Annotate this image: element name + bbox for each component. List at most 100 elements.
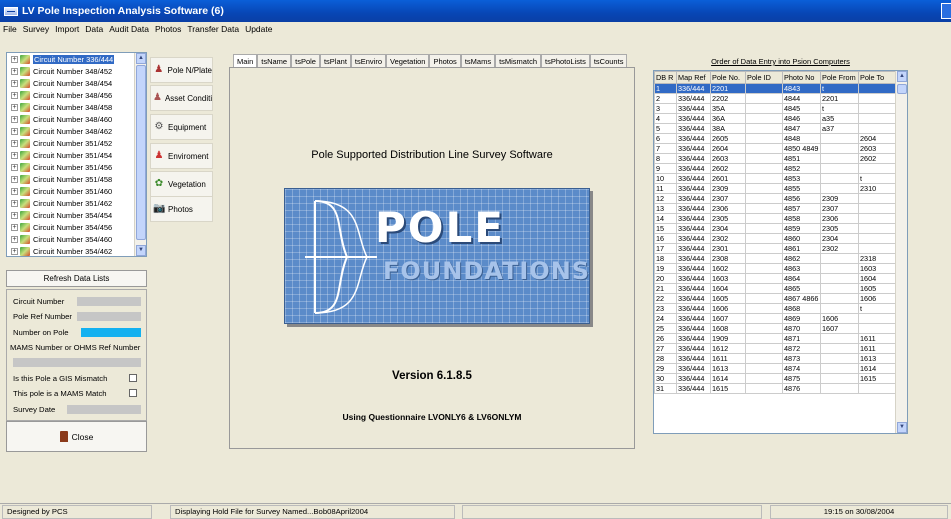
table-cell[interactable]: 25: [654, 323, 677, 334]
table-row[interactable]: 1 336/444 2201 4843 t: [654, 83, 898, 94]
table-cell[interactable]: 18: [654, 253, 677, 264]
table-cell[interactable]: 1611: [710, 353, 746, 364]
table-cell[interactable]: 336/444: [676, 133, 711, 144]
table-cell[interactable]: 2602: [710, 163, 746, 174]
table-cell[interactable]: [745, 343, 783, 354]
table-cell[interactable]: [745, 373, 783, 384]
table-cell[interactable]: [745, 363, 783, 374]
table-cell[interactable]: [820, 173, 859, 184]
table-row[interactable]: 27 336/444 1612 4872 1611: [654, 343, 898, 354]
table-row[interactable]: 11 336/444 2309 4855 2310: [654, 183, 898, 194]
table-cell[interactable]: t: [858, 173, 898, 184]
tab-main[interactable]: Main: [233, 54, 258, 67]
col-header-map-ref[interactable]: Map Ref: [676, 71, 711, 84]
table-row[interactable]: 6 336/444 2605 4848 2604: [654, 133, 898, 144]
table-cell[interactable]: 2318: [858, 253, 898, 264]
tab-tsname[interactable]: tsName: [257, 54, 292, 67]
table-cell[interactable]: 336/444: [676, 123, 711, 134]
table-cell[interactable]: 38A: [710, 123, 746, 134]
table-cell[interactable]: [820, 273, 859, 284]
table-cell[interactable]: 4855: [782, 183, 821, 194]
table-cell[interactable]: 2309: [820, 193, 859, 204]
table-row[interactable]: 13 336/444 2306 4857 2307: [654, 203, 898, 214]
col-header-pole-id[interactable]: Pole ID: [745, 71, 783, 84]
table-row[interactable]: 5 336/444 38A 4847 a37: [654, 123, 898, 134]
table-row[interactable]: 22 336/444 1605 4867 4866 1606: [654, 293, 898, 304]
table-cell[interactable]: 4868: [782, 303, 821, 314]
table-cell[interactable]: 336/444: [676, 323, 711, 334]
gis-mismatch-checkbox[interactable]: [129, 374, 137, 382]
tree-item[interactable]: + Circuit Number 348/460: [7, 113, 146, 125]
expand-icon[interactable]: +: [11, 79, 18, 87]
table-cell[interactable]: 336/444: [676, 113, 711, 124]
table-cell[interactable]: 4844: [782, 93, 821, 104]
table-cell[interactable]: 4862: [782, 253, 821, 264]
table-cell[interactable]: [745, 293, 783, 304]
table-cell[interactable]: 336/444: [676, 93, 711, 104]
tree-item[interactable]: + Circuit Number 348/452: [7, 65, 146, 77]
tree-item[interactable]: + Circuit Number 351/458: [7, 173, 146, 185]
expand-icon[interactable]: +: [11, 91, 18, 99]
table-cell[interactable]: 336/444: [676, 183, 711, 194]
table-cell[interactable]: [745, 163, 783, 174]
table-cell[interactable]: 24: [654, 313, 677, 324]
tree-item[interactable]: + Circuit Number 348/454: [7, 77, 146, 89]
tab-tsenviro[interactable]: tsEnviro: [350, 54, 386, 67]
menu-file[interactable]: File: [3, 24, 17, 34]
table-cell[interactable]: 35A: [710, 103, 746, 114]
table-cell[interactable]: 16: [654, 233, 677, 244]
table-cell[interactable]: 2304: [820, 233, 859, 244]
table-cell[interactable]: 4848: [782, 133, 821, 144]
scroll-up-icon[interactable]: ▲: [136, 53, 146, 64]
table-cell[interactable]: 336/444: [676, 343, 711, 354]
table-cell[interactable]: [745, 83, 783, 94]
table-cell[interactable]: [820, 363, 859, 374]
table-cell[interactable]: 2301: [710, 243, 746, 254]
table-cell[interactable]: [820, 143, 859, 154]
tab-tsmams[interactable]: tsMams: [460, 54, 496, 67]
grid-scroll-thumb[interactable]: [897, 84, 907, 94]
table-cell[interactable]: 1615: [858, 373, 898, 384]
table-cell[interactable]: 336/444: [676, 223, 711, 234]
table-row[interactable]: 21 336/444 1604 4865 1605: [654, 283, 898, 294]
table-cell[interactable]: [858, 113, 898, 124]
table-cell[interactable]: 2306: [710, 203, 746, 214]
table-cell[interactable]: 4853: [782, 173, 821, 184]
expand-icon[interactable]: +: [11, 199, 18, 207]
table-cell[interactable]: [745, 113, 783, 124]
table-cell[interactable]: 7: [654, 143, 677, 154]
table-cell[interactable]: 336/444: [676, 153, 711, 164]
table-cell[interactable]: 11: [654, 183, 677, 194]
table-cell[interactable]: 1606: [710, 303, 746, 314]
window-control-button[interactable]: [941, 3, 951, 19]
expand-icon[interactable]: +: [11, 211, 18, 219]
table-cell[interactable]: [858, 203, 898, 214]
table-cell[interactable]: 21: [654, 283, 677, 294]
table-cell[interactable]: 1615: [710, 383, 746, 394]
menu-import[interactable]: Import: [55, 24, 79, 34]
col-header-pole-from[interactable]: Pole From: [820, 71, 859, 84]
tree-item[interactable]: + Circuit Number 348/456: [7, 89, 146, 101]
table-cell[interactable]: [858, 243, 898, 254]
table-cell[interactable]: [820, 333, 859, 344]
table-cell[interactable]: 4867 4866: [782, 293, 821, 304]
table-cell[interactable]: 4859: [782, 223, 821, 234]
table-cell[interactable]: 4851: [782, 153, 821, 164]
table-cell[interactable]: 336/444: [676, 203, 711, 214]
table-row[interactable]: 9 336/444 2602 4852: [654, 163, 898, 174]
table-cell[interactable]: 4869: [782, 313, 821, 324]
tab-tsmismatch[interactable]: tsMismatch: [495, 54, 541, 67]
asset-condition-button[interactable]: ♟ Asset Condition: [150, 85, 213, 111]
table-cell[interactable]: 1613: [710, 363, 746, 374]
tree-item[interactable]: + Circuit Number 351/456: [7, 161, 146, 173]
table-cell[interactable]: 336/444: [676, 283, 711, 294]
table-cell[interactable]: 336/444: [676, 143, 711, 154]
table-cell[interactable]: 4843: [782, 83, 821, 94]
table-cell[interactable]: 2603: [858, 143, 898, 154]
table-cell[interactable]: [858, 213, 898, 224]
table-cell[interactable]: 336/444: [676, 83, 711, 94]
table-cell[interactable]: 4846: [782, 113, 821, 124]
table-row[interactable]: 24 336/444 1607 4869 1606: [654, 313, 898, 324]
table-row[interactable]: 15 336/444 2304 4859 2305: [654, 223, 898, 234]
table-cell[interactable]: [820, 353, 859, 364]
